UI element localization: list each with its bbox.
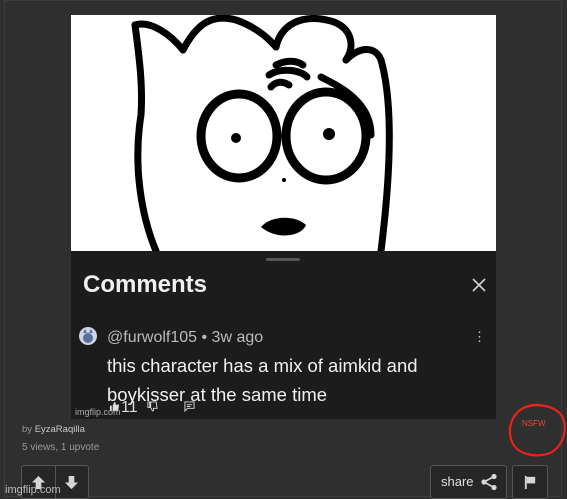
arrow-down-icon bbox=[64, 475, 79, 489]
share-label: share bbox=[441, 474, 474, 489]
cartoon-drawing bbox=[131, 15, 393, 251]
flag-button[interactable] bbox=[512, 465, 548, 499]
thumbs-down-icon bbox=[147, 401, 158, 412]
imgflip-watermark: imgflip.com bbox=[5, 484, 61, 496]
reply-icon bbox=[184, 401, 195, 412]
kebab-menu-icon: ⋮ bbox=[473, 329, 486, 344]
share-button[interactable]: share bbox=[430, 465, 507, 499]
close-icon bbox=[472, 278, 486, 292]
red-circle-annotation bbox=[508, 403, 566, 457]
comment-text: this character has a mix of aimkid and b… bbox=[107, 355, 418, 405]
avatar-icon bbox=[83, 329, 93, 343]
inner-watermark: imgflip.com bbox=[75, 407, 121, 417]
comments-panel: Comments @furwolf105 • 3w ago ⋮ this cha… bbox=[71, 251, 496, 419]
author-link[interactable]: EyzaRaqilla bbox=[35, 424, 85, 435]
meme-image[interactable]: Comments @furwolf105 • 3w ago ⋮ this cha… bbox=[71, 15, 496, 419]
byline-prefix: by bbox=[22, 424, 33, 435]
flag-icon bbox=[524, 475, 535, 489]
like-count: 11 bbox=[121, 399, 138, 416]
byline: by EyzaRaqilla bbox=[22, 424, 85, 435]
avatar bbox=[79, 327, 97, 345]
comments-title: Comments bbox=[83, 271, 208, 298]
share-icon bbox=[481, 473, 497, 491]
comment-meta: @furwolf105 • 3w ago bbox=[107, 329, 264, 346]
post-stats: 5 views, 1 upvote bbox=[22, 442, 100, 453]
drag-handle bbox=[266, 258, 300, 261]
